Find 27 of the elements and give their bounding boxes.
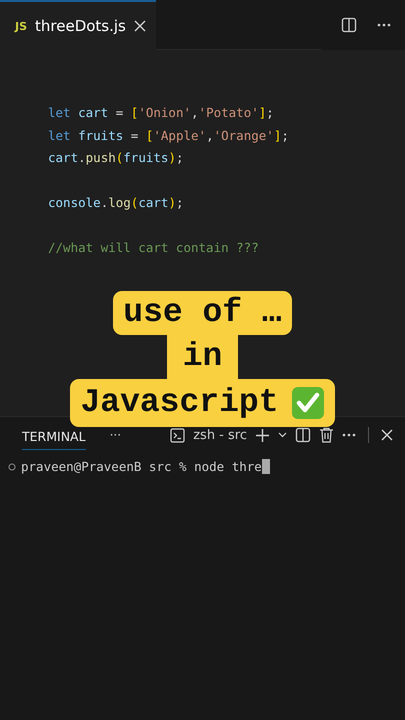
terminal-name[interactable]: zsh - src bbox=[193, 428, 247, 442]
plus-icon[interactable] bbox=[255, 428, 270, 442]
split-terminal-icon[interactable] bbox=[295, 427, 311, 443]
close-icon[interactable] bbox=[381, 429, 393, 441]
close-icon[interactable] bbox=[134, 20, 146, 32]
chevron-down-icon[interactable] bbox=[278, 432, 287, 438]
more-icon[interactable] bbox=[342, 433, 356, 437]
code-line: //what will cart contain ??? bbox=[48, 239, 260, 257]
status-circle-icon bbox=[8, 462, 16, 470]
terminal-icon bbox=[170, 428, 186, 442]
code-line: let cart = ['Onion','Potato']; bbox=[48, 104, 275, 122]
code-line: let fruits = ['Apple','Orange']; bbox=[48, 126, 290, 145]
trash-icon[interactable] bbox=[319, 427, 334, 443]
caption-text: in bbox=[166, 335, 238, 379]
caption-text: use of … bbox=[113, 291, 292, 335]
more-button[interactable]: ··· bbox=[110, 428, 122, 442]
checkmark-icon bbox=[290, 386, 325, 420]
js-file-icon: JS bbox=[15, 20, 28, 32]
editor-tab[interactable]: JS threeDots.js bbox=[0, 0, 156, 50]
split-editor-icon[interactable] bbox=[341, 17, 357, 33]
caption-text: Javascript bbox=[80, 383, 279, 423]
terminal-tab[interactable]: TERMINAL bbox=[22, 420, 86, 450]
code-line: cart.push(fruits); bbox=[48, 149, 184, 167]
text-cursor bbox=[262, 459, 270, 474]
terminal-command: praveen@PraveenB src % node thre bbox=[21, 459, 262, 474]
more-icon[interactable] bbox=[377, 23, 391, 27]
code-line: console.log(cart); bbox=[48, 194, 184, 212]
